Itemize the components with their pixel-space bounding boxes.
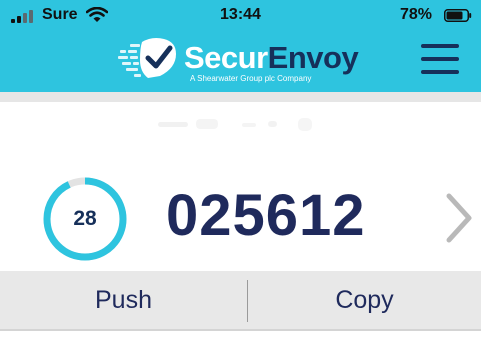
app-header: Sure 13:44 78% SecurEnvoy A Shearwater G… (0, 0, 481, 92)
header-separator (0, 92, 481, 102)
menu-bar-bottom (421, 70, 459, 74)
app-screen: Sure 13:44 78% SecurEnvoy A Shearwater G… (0, 0, 481, 339)
chevron-right-icon[interactable] (442, 190, 476, 246)
passcode-display: 025612 (166, 183, 366, 248)
battery-percentage: 78% (400, 6, 433, 23)
hamburger-menu-icon[interactable] (421, 44, 459, 74)
battery-icon (444, 9, 472, 22)
shield-check-icon (118, 38, 176, 78)
countdown-seconds: 28 (73, 207, 97, 230)
action-bar: Push Copy (0, 271, 481, 331)
brand-name-part2: Envoy (267, 40, 359, 75)
push-button[interactable]: Push (0, 271, 247, 329)
brand-tagline: A Shearwater Group plc Company (190, 74, 312, 83)
status-bar: Sure 13:44 78% (0, 0, 481, 28)
securenvoy-logo: SecurEnvoy A Shearwater Group plc Compan… (118, 36, 363, 84)
menu-bar-top (421, 44, 459, 48)
copy-button[interactable]: Copy (248, 271, 481, 329)
faded-text-placeholder (158, 118, 312, 131)
brand-name-part1: Secur (184, 40, 268, 75)
menu-bar-middle (421, 57, 459, 61)
brand-name: SecurEnvoy (184, 40, 359, 76)
